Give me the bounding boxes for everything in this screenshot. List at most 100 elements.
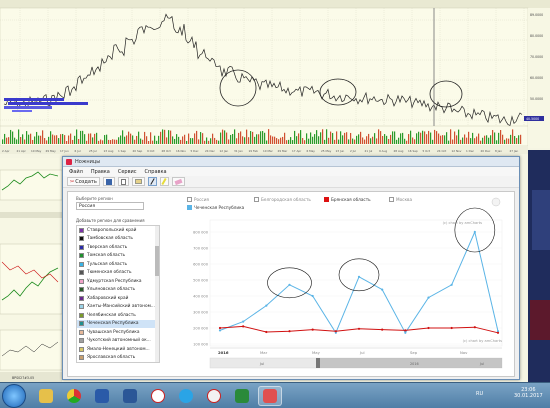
region-list-item[interactable]: Челябинская область	[77, 311, 159, 320]
date-axis-label: 17 Jun	[60, 149, 69, 153]
region-color-swatch	[79, 287, 84, 293]
region-list[interactable]: Ставропольский край Тамбовская область Тве…	[76, 225, 160, 363]
region-label: Ямало-Ненецкий автоном...	[87, 346, 150, 352]
copy-icon	[120, 178, 126, 185]
series-point[interactable]	[288, 330, 291, 333]
region-list-item[interactable]: Тюменская область	[77, 269, 159, 278]
tray-clock[interactable]: 23:06 30.01.2017	[514, 387, 543, 399]
date-axis-label: 16 Sep	[408, 149, 418, 153]
taskbar-skype[interactable]	[174, 386, 198, 406]
start-button[interactable]	[2, 384, 26, 408]
zoom-reset-icon[interactable]	[491, 197, 501, 207]
region-list-item[interactable]: Ямало-Ненецкий автоном...	[77, 345, 159, 354]
taskbar-yandex-browser[interactable]	[202, 386, 226, 406]
series-point[interactable]	[334, 330, 337, 333]
series-point[interactable]	[265, 304, 268, 307]
navigator-label: 2016	[410, 362, 419, 366]
series-point[interactable]	[242, 320, 245, 323]
series-point[interactable]	[311, 294, 314, 298]
region-list-item[interactable]: Ставропольский край	[77, 226, 159, 235]
series-point[interactable]	[473, 326, 476, 329]
date-axis-label: 17 Apr	[292, 149, 302, 153]
price-scale-label: 60.0000	[530, 76, 543, 80]
line-chart: 800 000 700 000 600 000 500 000 400 000 300 0…	[193, 197, 503, 369]
date-axis-label: 24 Dec	[205, 149, 215, 153]
region-list-item[interactable]: Хабаровский край	[77, 294, 159, 303]
bottom-status: BPS027#3-05	[12, 376, 34, 380]
new-snip-button[interactable]: ✂ Создать	[67, 177, 100, 186]
window-titlebar[interactable]: Ножницы	[63, 157, 519, 167]
x-tick-label: Nov	[460, 350, 468, 355]
series-point[interactable]	[242, 325, 245, 328]
series-point[interactable]	[404, 329, 407, 332]
region-list-item[interactable]: Ярославская область	[77, 354, 159, 363]
series-point[interactable]	[288, 283, 291, 286]
taskbar-explorer[interactable]	[34, 386, 58, 406]
eraser-button[interactable]	[171, 177, 185, 186]
region-label: Томская область	[87, 253, 126, 259]
region-list-item[interactable]: Ульяновская область	[77, 286, 159, 295]
highlighter-button[interactable]	[159, 177, 169, 186]
snipping-tool-window: Ножницы Файл Правка Сервис Справка ✂ Созд…	[62, 156, 520, 380]
region-color-swatch	[79, 321, 84, 327]
date-axis-label: 12 Jan	[220, 149, 229, 153]
region-list-item[interactable]: Тульская область	[77, 260, 159, 269]
region-list-item[interactable]: Ханты-Мансийский автоном...	[77, 303, 159, 312]
region-list-scrollbar[interactable]	[155, 226, 159, 362]
region-list-item[interactable]: Чукотский автономный ок...	[77, 337, 159, 346]
region-list-item[interactable]: Тверская область	[77, 243, 159, 252]
series-point[interactable]	[496, 331, 500, 334]
y-tick-label: 700 000	[193, 246, 209, 250]
navigator-handle[interactable]	[316, 358, 320, 368]
series-point[interactable]	[218, 329, 222, 332]
region-list-item[interactable]: Томская область	[77, 252, 159, 261]
taskbar-app[interactable]	[90, 386, 114, 406]
y-tick-label: 800 000	[193, 230, 209, 234]
pen-icon	[150, 178, 155, 185]
date-axis-label: 8 Jan	[495, 149, 502, 153]
menu-edit[interactable]: Правка	[91, 169, 110, 175]
chart-credit-top: (c) chart by amCharts	[443, 221, 483, 225]
pen-button[interactable]	[147, 177, 157, 186]
menu-file[interactable]: Файл	[69, 169, 83, 175]
series-point[interactable]	[473, 230, 476, 234]
region-label: Удмуртская Республика	[87, 278, 142, 284]
menu-tools[interactable]: Сервис	[118, 169, 137, 175]
region-list-item[interactable]: Удмуртская Республика	[77, 277, 159, 286]
series-point[interactable]	[381, 328, 384, 331]
y-tick-label: 100 000	[193, 342, 209, 346]
y-tick-label: 600 000	[193, 262, 209, 266]
series-point[interactable]	[427, 326, 430, 330]
save-button[interactable]	[102, 177, 115, 186]
date-axis-label: 16 Nov	[176, 149, 186, 153]
series-point[interactable]	[404, 331, 407, 334]
taskbar-scissors[interactable]	[258, 386, 282, 406]
series-point[interactable]	[357, 275, 361, 278]
region-list-item[interactable]: Тамбовская область	[77, 235, 159, 244]
taskbar-word[interactable]	[118, 386, 142, 406]
region-select[interactable]: Россия	[76, 202, 144, 210]
series-point[interactable]	[311, 328, 314, 331]
taskbar-chrome[interactable]	[62, 386, 86, 406]
taskbar-yandex[interactable]	[146, 386, 170, 406]
series-point[interactable]	[450, 283, 453, 286]
taskbar-terminal[interactable]	[230, 386, 254, 406]
series-point[interactable]	[381, 288, 384, 291]
menu-help[interactable]: Справка	[145, 169, 167, 175]
copy-button[interactable]	[117, 177, 129, 186]
series-point[interactable]	[218, 326, 222, 330]
y-tick-label: 300 000	[193, 310, 209, 314]
date-axis-label: 2 Apr	[2, 149, 10, 153]
price-scale-label: 80.0000	[530, 34, 543, 38]
region-list-item[interactable]: Чеченская Республика	[77, 319, 159, 328]
send-button[interactable]	[131, 177, 145, 186]
tray-language[interactable]: RU	[476, 391, 483, 397]
tray-date: 30.01.2017	[514, 393, 543, 399]
region-list-item[interactable]: Чувашская Республика	[77, 328, 159, 337]
series-point[interactable]	[265, 330, 268, 334]
series-point[interactable]	[357, 327, 361, 330]
series-point[interactable]	[427, 296, 430, 299]
region-label: Хабаровский край	[87, 295, 129, 301]
series-point[interactable]	[450, 326, 453, 330]
date-axis-label: 25 May	[321, 149, 332, 153]
